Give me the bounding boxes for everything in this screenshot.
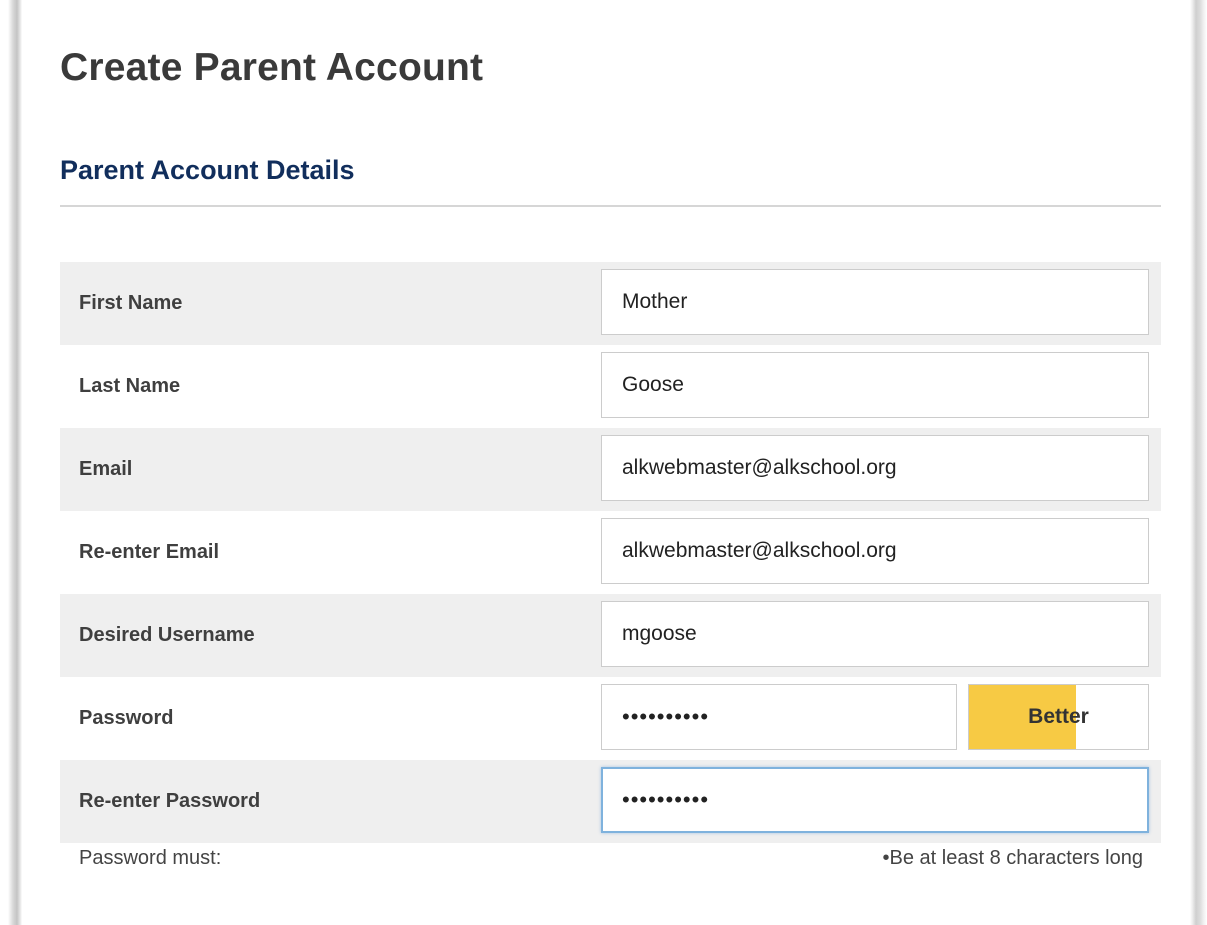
last-name-input[interactable]	[601, 352, 1149, 418]
form-row-password: Password Better	[60, 677, 1161, 760]
email-label: Email	[79, 458, 133, 480]
username-label: Desired Username	[79, 624, 255, 646]
password-requirement-item: •Be at least 8 characters long	[882, 847, 1143, 869]
page: Create Parent Account Parent Account Det…	[0, 0, 1207, 925]
password-strength-label: Better	[1028, 705, 1089, 728]
password-confirm-input[interactable]	[601, 767, 1149, 833]
first-name-label: First Name	[79, 292, 183, 314]
password-requirements-intro: Password must:	[79, 847, 222, 869]
form-row-password-confirm: Re-enter Password	[60, 760, 1161, 843]
form-row-username: Desired Username	[60, 594, 1161, 677]
form-row-email-confirm: Re-enter Email	[60, 511, 1161, 594]
password-label: Password	[79, 707, 174, 729]
password-confirm-label: Re-enter Password	[79, 790, 261, 812]
first-name-input[interactable]	[601, 269, 1149, 335]
form-row-email: Email	[60, 428, 1161, 511]
section-title: Parent Account Details	[60, 155, 355, 185]
email-confirm-label: Re-enter Email	[79, 541, 220, 563]
page-title: Create Parent Account	[60, 46, 484, 89]
email-input[interactable]	[601, 435, 1149, 501]
left-page-shadow	[0, 0, 22, 925]
username-input[interactable]	[601, 601, 1149, 667]
password-strength-meter: Better	[968, 684, 1149, 750]
last-name-label: Last Name	[79, 375, 181, 397]
right-page-shadow	[1190, 0, 1207, 925]
section-divider	[60, 205, 1161, 207]
parent-account-form: First Name Last Name Email Re-enter Emai…	[60, 262, 1161, 843]
form-row-last-name: Last Name	[60, 345, 1161, 428]
password-input[interactable]	[601, 684, 957, 750]
password-requirements: Password must: •Be at least 8 characters…	[60, 845, 1161, 881]
email-confirm-input[interactable]	[601, 518, 1149, 584]
form-row-first-name: First Name	[60, 262, 1161, 345]
